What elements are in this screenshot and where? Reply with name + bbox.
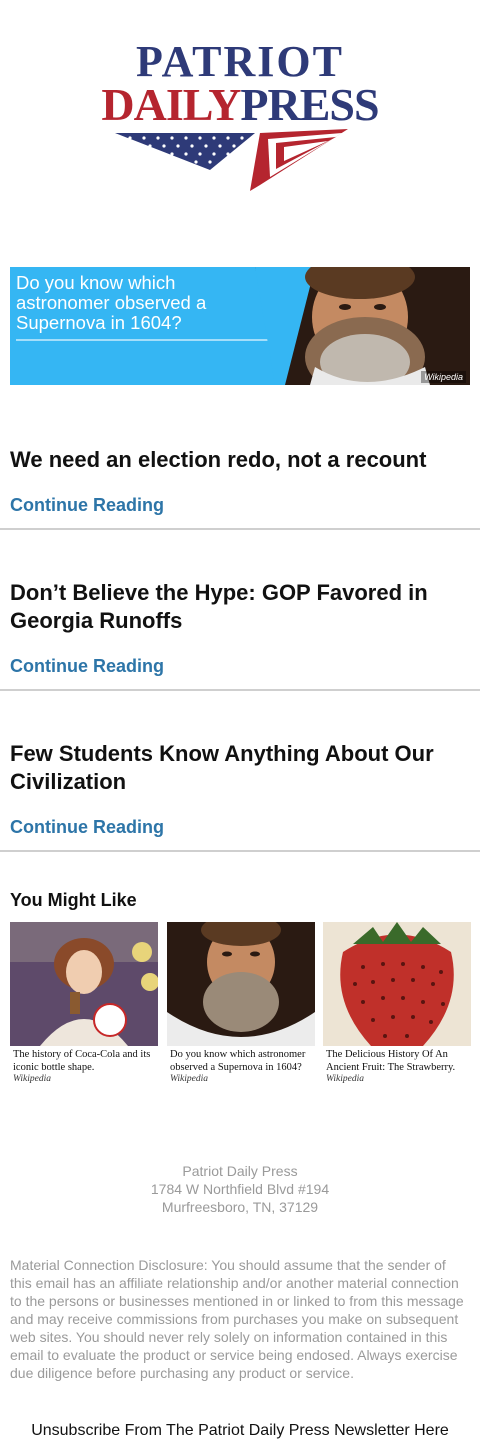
article-title[interactable]: Don’t Believe the Hype: GOP Favored in G… — [10, 579, 470, 635]
footer-city: Murfreesboro, TN, 37129 — [161, 1199, 319, 1215]
continue-reading-link[interactable]: Continue Reading — [10, 817, 164, 838]
article-divider — [0, 850, 480, 852]
mailing-address: Patriot Daily Press 1784 W Northfield Bl… — [0, 1162, 480, 1216]
logo-word-press: PRESS — [240, 79, 379, 130]
footer-street: 1784 W Northfield Blvd #194 — [150, 1181, 330, 1197]
unsubscribe-link[interactable]: Unsubscribe From The Patriot Daily Press… — [0, 1422, 480, 1440]
coca-cola-girl-image — [10, 922, 158, 1046]
article-title[interactable]: We need an election redo, not a recount — [10, 446, 470, 474]
recommendation-source: Wikipedia — [326, 1074, 364, 1084]
recommendation-caption: Do you know which astronomer observed a … — [170, 1049, 306, 1073]
you-might-like-heading: You Might Like — [10, 890, 137, 910]
recommendation-card[interactable]: The Delicious History Of An Ancient Frui… — [323, 922, 471, 1084]
astronomer-banner-ad[interactable]: Do you know which astronomer observed a … — [10, 267, 470, 385]
footer-company-name: Patriot Daily Press — [182, 1163, 298, 1179]
banner-divider — [16, 339, 271, 341]
article-title[interactable]: Few Students Know Anything About Our Civ… — [10, 740, 470, 796]
astronomer-portrait-thumbnail — [167, 922, 315, 1046]
banner-source-label: Wikipedia — [421, 371, 466, 383]
astronomer-portrait-image — [255, 267, 470, 385]
recommendation-card[interactable]: Do you know which astronomer observed a … — [167, 922, 315, 1084]
recommendation-caption: The history of Coca-Cola and its iconic … — [13, 1049, 151, 1073]
recommendation-source: Wikipedia — [13, 1074, 51, 1084]
article-divider — [0, 689, 480, 691]
recommendation-caption: The Delicious History Of An Ancient Frui… — [326, 1049, 456, 1073]
continue-reading-link[interactable]: Continue Reading — [10, 495, 164, 516]
logo-word-daily: DAILY — [101, 79, 241, 130]
banner-ad-text: Do you know which astronomer observed a … — [16, 272, 207, 333]
logo-wordmark-patriot: PATRIOT — [136, 37, 344, 86]
material-connection-disclosure: Material Connection Disclosure: You shou… — [10, 1257, 464, 1381]
logo-wordmark-daily-press: DAILYPRESS — [100, 82, 380, 128]
article-divider — [0, 528, 480, 530]
recommendation-source: Wikipedia — [170, 1074, 208, 1084]
continue-reading-link[interactable]: Continue Reading — [10, 656, 164, 677]
flag-swoosh-icon — [115, 129, 348, 191]
patriot-daily-press-logo[interactable]: PATRIOT DAILYPRESS — [0, 30, 480, 210]
recommendation-card[interactable]: The history of Coca-Cola and its iconic … — [10, 922, 158, 1084]
strawberry-image — [323, 922, 471, 1046]
